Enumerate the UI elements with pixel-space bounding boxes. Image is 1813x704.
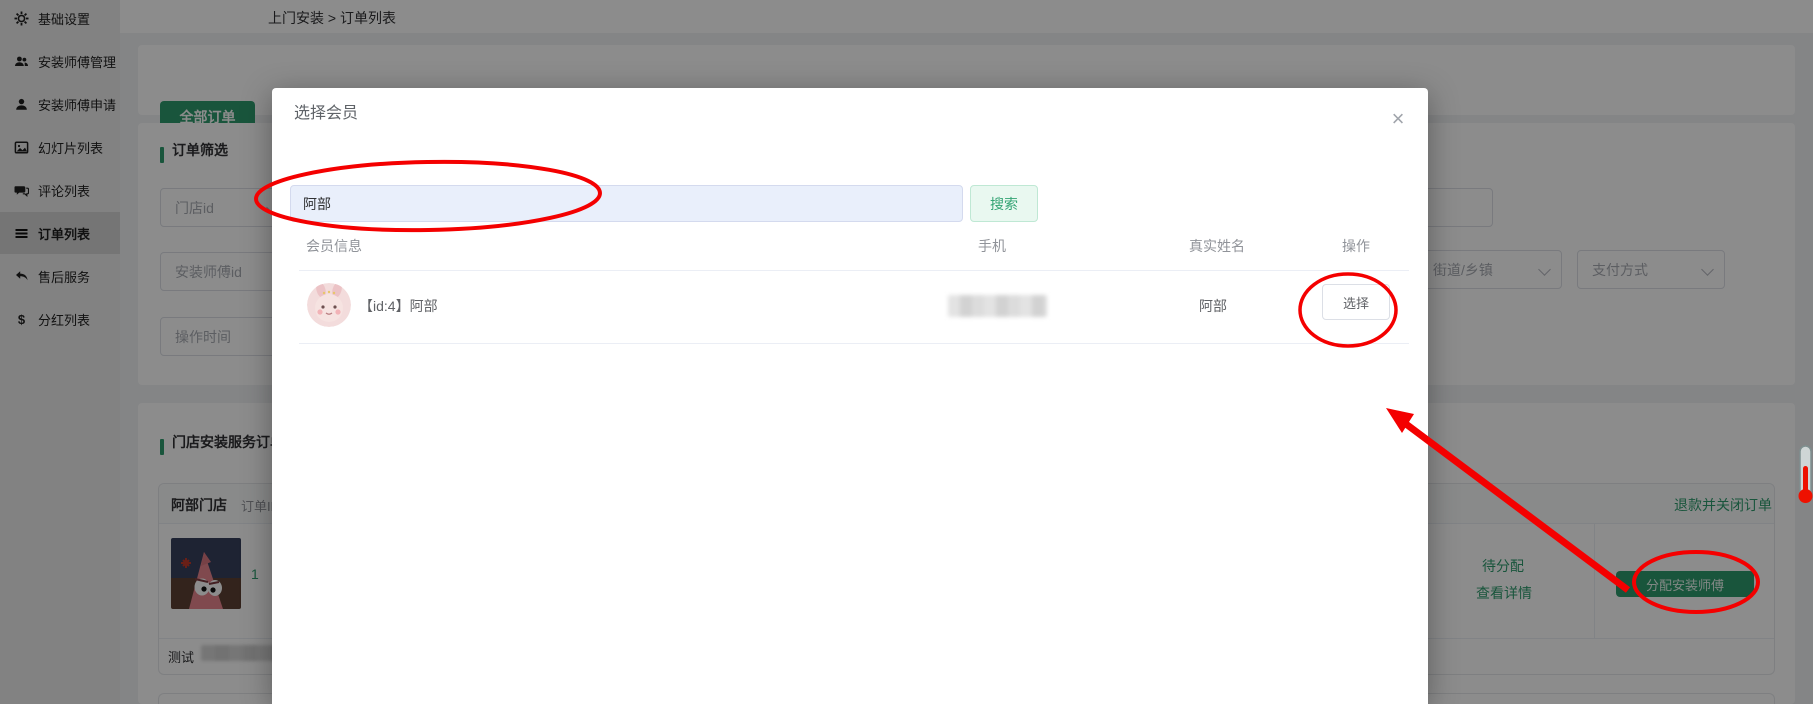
close-icon[interactable]: ×: [1384, 106, 1412, 134]
dialog-title: 选择会员: [294, 105, 359, 122]
member-avatar: [307, 283, 351, 327]
member-search-input[interactable]: [290, 185, 963, 222]
member-name-cell: 【id:4】阿部: [359, 298, 438, 314]
member-phone-redacted: [948, 295, 1047, 317]
column-header-realname: 真实姓名: [1189, 238, 1245, 254]
table-header-divider: [299, 270, 1409, 271]
column-header-phone: 手机: [978, 238, 1006, 254]
column-header-member: 会员信息: [306, 238, 362, 254]
select-member-button[interactable]: 选择: [1322, 284, 1390, 320]
search-button[interactable]: 搜索: [970, 185, 1038, 222]
select-member-dialog: 选择会员 × 搜索 会员信息 手机 真实姓名 操作: [272, 88, 1428, 704]
member-realname-cell: 阿部: [1199, 298, 1227, 314]
app-window: 上门安装 > 订单列表 基础设置 安装师傅管理 安装师傅申请 幻灯片列表 评论列…: [0, 0, 1813, 704]
column-header-action: 操作: [1342, 238, 1370, 254]
table-row-divider: [299, 343, 1409, 344]
